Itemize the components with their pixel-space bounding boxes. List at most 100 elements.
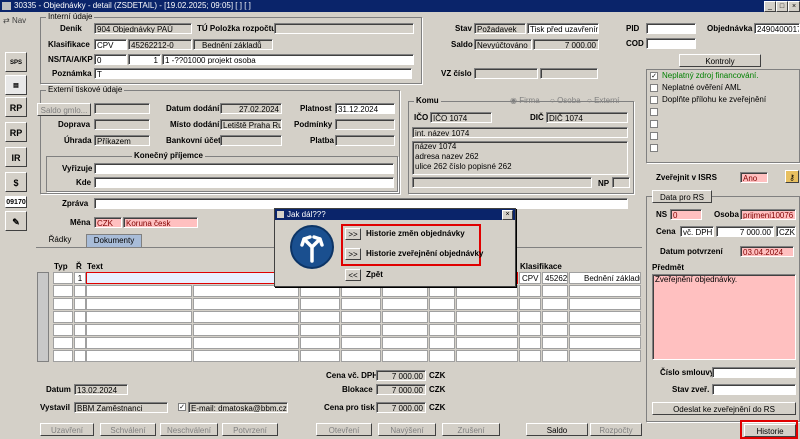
datum-potvrzeni-field[interactable]: 03.04.2024 xyxy=(740,246,794,257)
maximize-icon[interactable]: □ xyxy=(776,1,788,12)
komu-address[interactable]: název 1074 adresa nazev 262 ulice 262 čísl… xyxy=(412,141,628,175)
grid-cell[interactable] xyxy=(429,298,455,310)
grid-cell[interactable] xyxy=(542,298,568,310)
opt1-button[interactable]: >> xyxy=(345,228,361,240)
ns-field-1[interactable]: 0 xyxy=(94,54,127,65)
denik-field[interactable]: 904 Objednávky PAÚ xyxy=(94,23,192,34)
grid-cell[interactable] xyxy=(456,298,518,310)
grid-cell[interactable] xyxy=(53,298,73,310)
grid-scrollbar[interactable] xyxy=(37,272,49,362)
mena-field-2[interactable]: Koruna česk xyxy=(123,217,198,228)
grid-cell[interactable] xyxy=(519,298,541,310)
ns-field-3[interactable]: 1 -??01000 projekt osoba xyxy=(162,54,414,65)
grid-cell[interactable] xyxy=(341,324,381,336)
grid-cell[interactable] xyxy=(53,337,73,349)
grid-cell[interactable] xyxy=(429,311,455,323)
grid-cell[interactable] xyxy=(300,311,340,323)
kontroly-button[interactable]: Kontroly xyxy=(679,54,761,67)
grid-cell[interactable] xyxy=(53,311,73,323)
tab-radky[interactable]: Řádky xyxy=(38,234,82,246)
datum-field[interactable]: 13.02.2024 xyxy=(74,384,128,395)
grid-cell[interactable] xyxy=(519,337,541,349)
grid-cell[interactable] xyxy=(456,324,518,336)
grid-cell[interactable] xyxy=(74,298,86,310)
radio-externi[interactable]: ○ Externí xyxy=(587,96,619,106)
vystavil-field[interactable]: BBM Zaměstnanci xyxy=(74,402,168,413)
klas-field-1[interactable]: CPV xyxy=(94,39,127,50)
grid-cell[interactable] xyxy=(429,324,455,336)
grid-cell[interactable] xyxy=(382,337,428,349)
saldo-gmlo-field[interactable] xyxy=(94,103,150,114)
vz-field-1[interactable] xyxy=(474,68,538,79)
grid-cell[interactable] xyxy=(53,285,73,297)
cod-field[interactable] xyxy=(646,38,696,49)
kontrola-check-5[interactable] xyxy=(650,120,658,128)
money-icon[interactable]: $ xyxy=(5,172,27,192)
uhrada-field[interactable]: Příkazem xyxy=(94,135,150,146)
grid-cell[interactable] xyxy=(74,311,86,323)
komu-extra-field[interactable] xyxy=(412,177,592,188)
grid-cell[interactable] xyxy=(382,324,428,336)
grid-cell[interactable] xyxy=(456,337,518,349)
ns-field-2[interactable]: 1 xyxy=(128,54,161,65)
isrs-cena-field[interactable]: 7 000.00 xyxy=(716,226,774,237)
grid-cell[interactable] xyxy=(569,311,641,323)
klas-field-3[interactable]: Bednění základů xyxy=(193,39,273,50)
kontrola-check-7[interactable] xyxy=(650,144,658,152)
ir-icon[interactable]: IR xyxy=(5,147,27,167)
grid-cell[interactable] xyxy=(193,324,299,336)
grid-cell[interactable] xyxy=(341,350,381,362)
cena-type-field[interactable]: vč. DPH xyxy=(680,226,714,237)
back-label[interactable]: Zpět xyxy=(366,270,383,280)
edit-icon[interactable]: ✎ xyxy=(5,211,27,231)
blokace-field[interactable]: 7 000.00 xyxy=(376,384,426,395)
grid-cell[interactable] xyxy=(53,324,73,336)
grid-cell[interactable] xyxy=(300,324,340,336)
klas-field-2[interactable]: 45262212-0 xyxy=(128,39,192,50)
podminky-field[interactable] xyxy=(335,119,395,130)
saldo-field-1[interactable]: Nevyúčtováno xyxy=(474,39,532,50)
grid-cell[interactable] xyxy=(341,311,381,323)
tab-dokumenty[interactable]: Dokumenty xyxy=(86,234,142,248)
grid-cell[interactable] xyxy=(519,285,541,297)
stav-field-2[interactable]: Tisk před uzavřením xyxy=(527,23,599,34)
saldo-field-2[interactable]: 7 000.00 xyxy=(533,39,599,50)
kontrola-check-3[interactable] xyxy=(650,96,658,104)
rp-icon[interactable]: RP xyxy=(5,97,27,117)
doc-icon[interactable]: ▤ xyxy=(5,75,27,95)
grid-cell[interactable] xyxy=(193,350,299,362)
stav-zver-field[interactable] xyxy=(712,384,796,395)
kontrola-check-1[interactable]: ✓ xyxy=(650,72,658,80)
opt2-label[interactable]: Historie zveřejnění objednávky xyxy=(366,249,483,259)
kontrola-check-4[interactable] xyxy=(650,108,658,116)
odeslat-rs-button[interactable]: Odeslat ke zveřejnění do RS xyxy=(652,402,796,415)
grid-cell[interactable] xyxy=(382,350,428,362)
grid-cell[interactable] xyxy=(569,324,641,336)
minimize-icon[interactable]: _ xyxy=(764,1,776,12)
isrs-cur-field[interactable]: CZK xyxy=(776,226,796,237)
grid-cell[interactable] xyxy=(74,337,86,349)
grid-cell[interactable] xyxy=(542,324,568,336)
osoba-field[interactable]: prijmeni10076 xyxy=(740,209,796,220)
cena-tisk-field[interactable]: 7 000.00 xyxy=(376,402,426,413)
kontrola-check-6[interactable] xyxy=(650,132,658,140)
back-button[interactable]: << xyxy=(345,269,361,281)
kontrola-check-2[interactable] xyxy=(650,84,658,92)
grid-cell[interactable] xyxy=(193,311,299,323)
grid-cell[interactable] xyxy=(542,311,568,323)
email-field[interactable]: E-mail: dmatoska@bbm.cz xyxy=(188,402,288,413)
grid-cell[interactable] xyxy=(300,350,340,362)
poznamka-field[interactable]: T xyxy=(94,68,412,79)
grid-cell[interactable] xyxy=(86,311,192,323)
row1-klas3[interactable]: Bednění základů xyxy=(569,272,641,284)
grid-cell[interactable] xyxy=(74,285,86,297)
potvrzeni-button[interactable]: Potvrzení xyxy=(222,423,278,436)
np-field[interactable] xyxy=(612,177,630,188)
dialog-close-icon[interactable]: × xyxy=(502,210,513,220)
vyrizuje-field[interactable] xyxy=(94,163,394,174)
objednavka-field[interactable]: 2490400017 xyxy=(754,23,800,34)
grid-cell[interactable] xyxy=(193,298,299,310)
grid-cell[interactable] xyxy=(569,285,641,297)
grid-cell[interactable] xyxy=(429,350,455,362)
grid-cell[interactable] xyxy=(542,285,568,297)
